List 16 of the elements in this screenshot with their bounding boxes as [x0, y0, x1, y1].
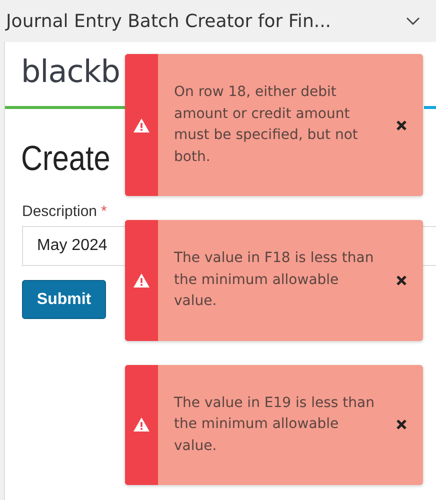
window-title: Journal Entry Batch Creator for Fin... — [6, 10, 332, 32]
warning-icon — [133, 118, 150, 132]
logo: blackb — [20, 53, 120, 92]
required-mark: * — [101, 203, 107, 220]
close-icon[interactable] — [396, 419, 407, 430]
close-icon[interactable] — [396, 120, 407, 130]
field-label: Description — [22, 203, 98, 220]
chevron-down-icon[interactable] — [406, 17, 420, 25]
toast-message: On row 18, either debit amount or credit amount must be specified, but not both. — [174, 83, 359, 166]
toast-message: The value in F18 is less than the minimum allowable value. — [174, 249, 375, 311]
toast-message: The value in E19 is less than the minimum allowable value. — [174, 394, 376, 456]
warning-icon — [133, 272, 150, 288]
submit-button[interactable]: Submit — [22, 280, 106, 319]
close-icon[interactable] — [396, 274, 407, 286]
page-heading: Create — [21, 139, 110, 179]
warning-icon — [133, 417, 150, 432]
